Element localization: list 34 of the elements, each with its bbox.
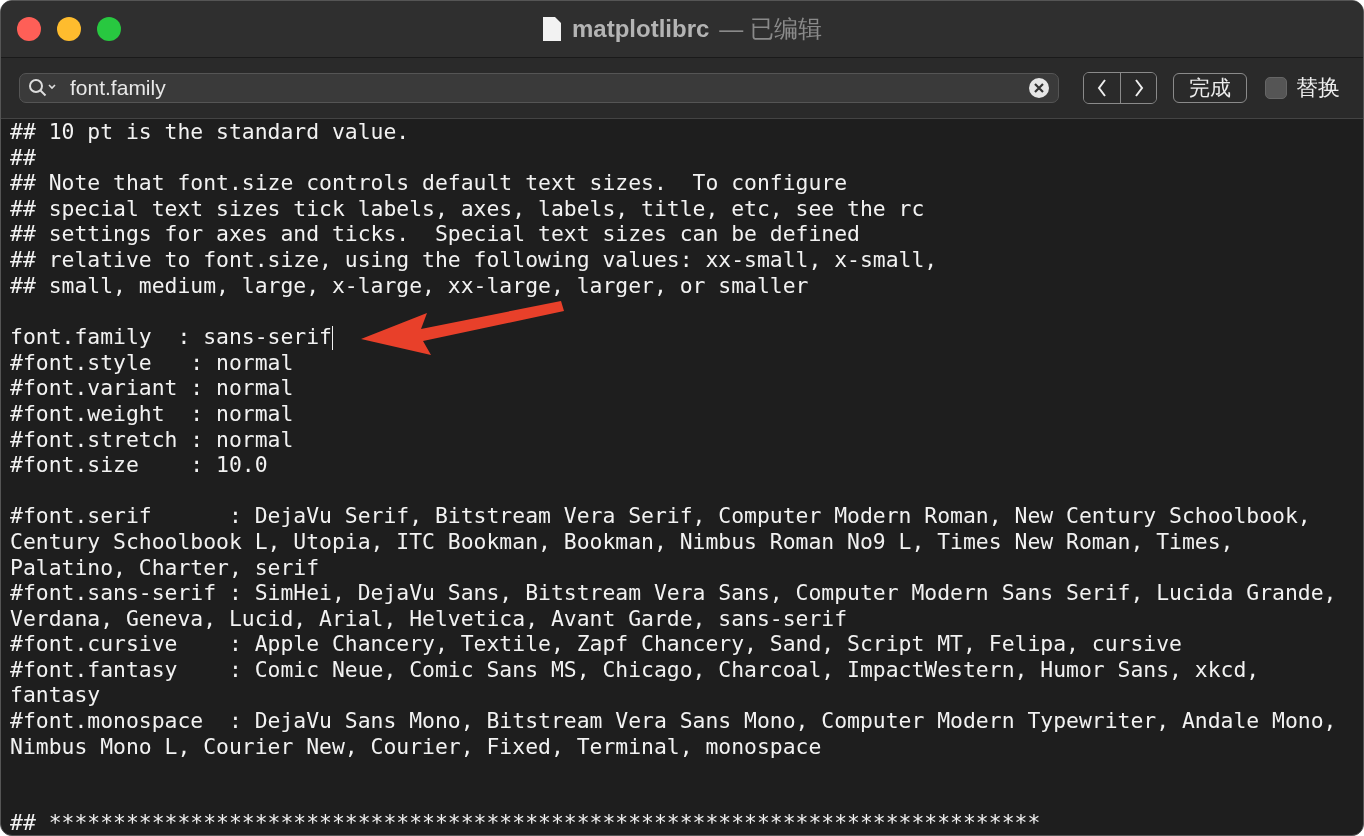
code-line: ## — [10, 144, 37, 171]
code-line: #font.variant : normal — [10, 375, 295, 401]
search-field[interactable]: font.family — [19, 73, 1059, 103]
code-line: #font.weight : normal — [10, 400, 295, 427]
close-button[interactable] — [17, 17, 41, 41]
code-line: #font.style : normal — [10, 349, 295, 376]
code-line: ## small, medium, large, x-large, xx-large, larger, or smaller — [10, 272, 810, 299]
document-icon — [542, 16, 562, 42]
replace-checkbox[interactable] — [1265, 77, 1287, 99]
code-line: #font.sans-serif : SimHei, DejaVu Sans, Bitstream Vera Sans, Computer Modern Sans Serif, Lucida Grande, Verdana, Geneva, Lucid, Arial, Helvetica, Avant Garde, sans-serif — [10, 580, 1338, 632]
replace-label: 替换 — [1296, 74, 1340, 102]
code-line: ## ***************************************************************************** — [10, 810, 1042, 835]
clear-icon[interactable] — [1028, 77, 1050, 99]
chevron-right-icon — [1133, 79, 1144, 97]
done-button[interactable]: 完成 — [1173, 73, 1247, 103]
code-line: font.family : sans-serif — [10, 323, 334, 350]
code-line: #font.monospace : DejaVu Sans Mono, Bitstream Vera Sans Mono, Computer Modern Typewriter, Andale Mono, Nimbus Mono L, Courier New, Courier, Fixed, Terminal, monospace — [10, 708, 1338, 760]
code-line: #font.fantasy : Comic Neue, Comic Sans MS, Chicago, Charcoal, ImpactWestern, Humor Sans, xkcd, fantasy — [10, 656, 1261, 709]
code-line: #font.serif : DejaVu Serif, Bitstream Vera Serif, Computer Modern Roman, New Century Schoolbook, Century Schoolbook L, Utopia, ITC Bookman, Bookman, Nimbus Roman No9 L, Times New Roman, Times, Palatino, Charter, serif — [10, 503, 1312, 581]
window-title: matplotlibrc — [572, 15, 710, 43]
code-line: ## 10 pt is the standard value. — [10, 119, 411, 145]
code-line: ## relative to font.size, using the following values: xx-small, x-small, — [10, 246, 939, 273]
zoom-button[interactable] — [97, 17, 121, 41]
minimize-button[interactable] — [57, 17, 81, 41]
next-button[interactable] — [1120, 73, 1156, 103]
search-icon — [28, 78, 58, 98]
code-line: ## settings for axes and ticks. Special text sizes can be defined — [10, 221, 861, 247]
code-line: ## Note that font.size controls default text sizes. To configure — [10, 170, 849, 196]
code-line: #font.size : 10.0 — [10, 452, 269, 478]
code-line: ## special text sizes tick labels, axes, labels, title, etc, see the rc — [10, 195, 926, 222]
edited-status: — 已编辑 — [719, 14, 822, 44]
code-line: #font.stretch : normal — [10, 426, 295, 453]
code-line: #font.cursive : Apple Chancery, Textile, Zapf Chancery, Sand, Script MT, Felipa, cursive — [10, 631, 1183, 657]
chevron-left-icon — [1097, 79, 1107, 97]
